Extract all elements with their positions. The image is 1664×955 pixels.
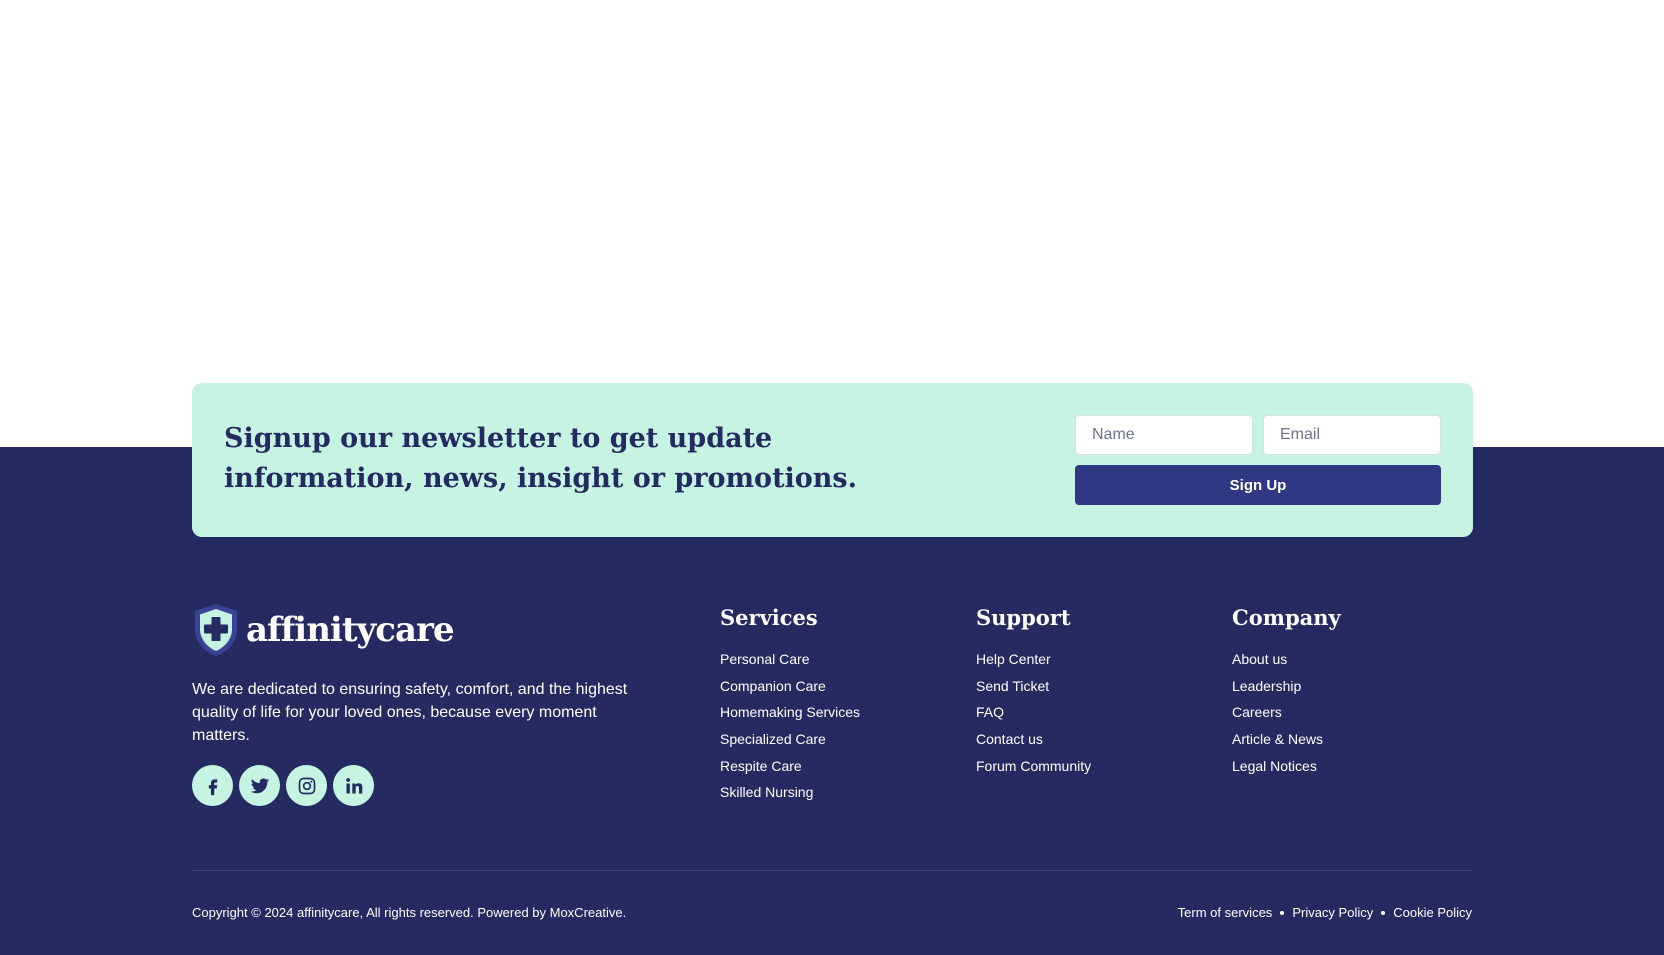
link-term-of-services[interactable]: Term of services: [1178, 904, 1273, 921]
link-respite-care[interactable]: Respite Care: [720, 757, 860, 775]
link-legal-notices[interactable]: Legal Notices: [1232, 757, 1341, 775]
support-column: Support Help Center Send Ticket FAQ Cont…: [976, 602, 1091, 783]
link-companion-care[interactable]: Companion Care: [720, 677, 860, 695]
link-send-ticket[interactable]: Send Ticket: [976, 677, 1091, 695]
link-about-us[interactable]: About us: [1232, 650, 1341, 668]
link-careers[interactable]: Careers: [1232, 703, 1341, 721]
brand-name: affinitycare: [246, 610, 455, 650]
twitter-icon: [250, 777, 269, 793]
link-specialized-care[interactable]: Specialized Care: [720, 730, 860, 748]
linkedin-link[interactable]: [333, 765, 374, 806]
sign-up-button[interactable]: Sign Up: [1075, 465, 1441, 505]
linkedin-icon: [345, 777, 362, 793]
separator-dot: [1280, 910, 1285, 915]
link-personal-care[interactable]: Personal Care: [720, 650, 860, 668]
link-faq[interactable]: FAQ: [976, 703, 1091, 721]
instagram-link[interactable]: [286, 765, 327, 806]
link-privacy-policy[interactable]: Privacy Policy: [1292, 904, 1373, 921]
instagram-icon: [298, 777, 315, 794]
link-leadership[interactable]: Leadership: [1232, 677, 1341, 695]
facebook-icon: [208, 778, 217, 795]
shield-cross-icon: [195, 604, 237, 656]
email-input[interactable]: [1263, 415, 1441, 455]
company-title: Company: [1232, 605, 1341, 630]
twitter-link[interactable]: [239, 765, 280, 806]
social-links: [192, 765, 374, 806]
footer-divider: [192, 870, 1473, 871]
newsletter-heading: Signup our newsletter to get update info…: [224, 423, 858, 494]
services-column: Services Personal Care Companion Care Ho…: [720, 602, 860, 810]
copyright-text: Copyright © 2024 affinitycare, All right…: [192, 905, 627, 920]
link-cookie-policy[interactable]: Cookie Policy: [1393, 904, 1472, 921]
link-contact-us[interactable]: Contact us: [976, 730, 1091, 748]
company-column: Company About us Leadership Careers Arti…: [1232, 602, 1341, 783]
facebook-link[interactable]: [192, 765, 233, 806]
brand-tagline: We are dedicated to ensuring safety, com…: [192, 681, 628, 744]
separator-dot: [1381, 910, 1386, 915]
link-article-news[interactable]: Article & News: [1232, 730, 1341, 748]
services-title: Services: [720, 605, 818, 630]
link-homemaking-services[interactable]: Homemaking Services: [720, 703, 860, 721]
link-skilled-nursing[interactable]: Skilled Nursing: [720, 783, 860, 801]
legal-links: Term of services Privacy Policy Cookie P…: [1178, 904, 1472, 921]
link-help-center[interactable]: Help Center: [976, 650, 1091, 668]
support-title: Support: [976, 605, 1071, 630]
newsletter-banner: Signup our newsletter to get update info…: [192, 383, 1473, 537]
name-input[interactable]: [1075, 415, 1253, 455]
link-forum-community[interactable]: Forum Community: [976, 757, 1091, 775]
brand-logo[interactable]: affinitycare: [192, 601, 455, 659]
